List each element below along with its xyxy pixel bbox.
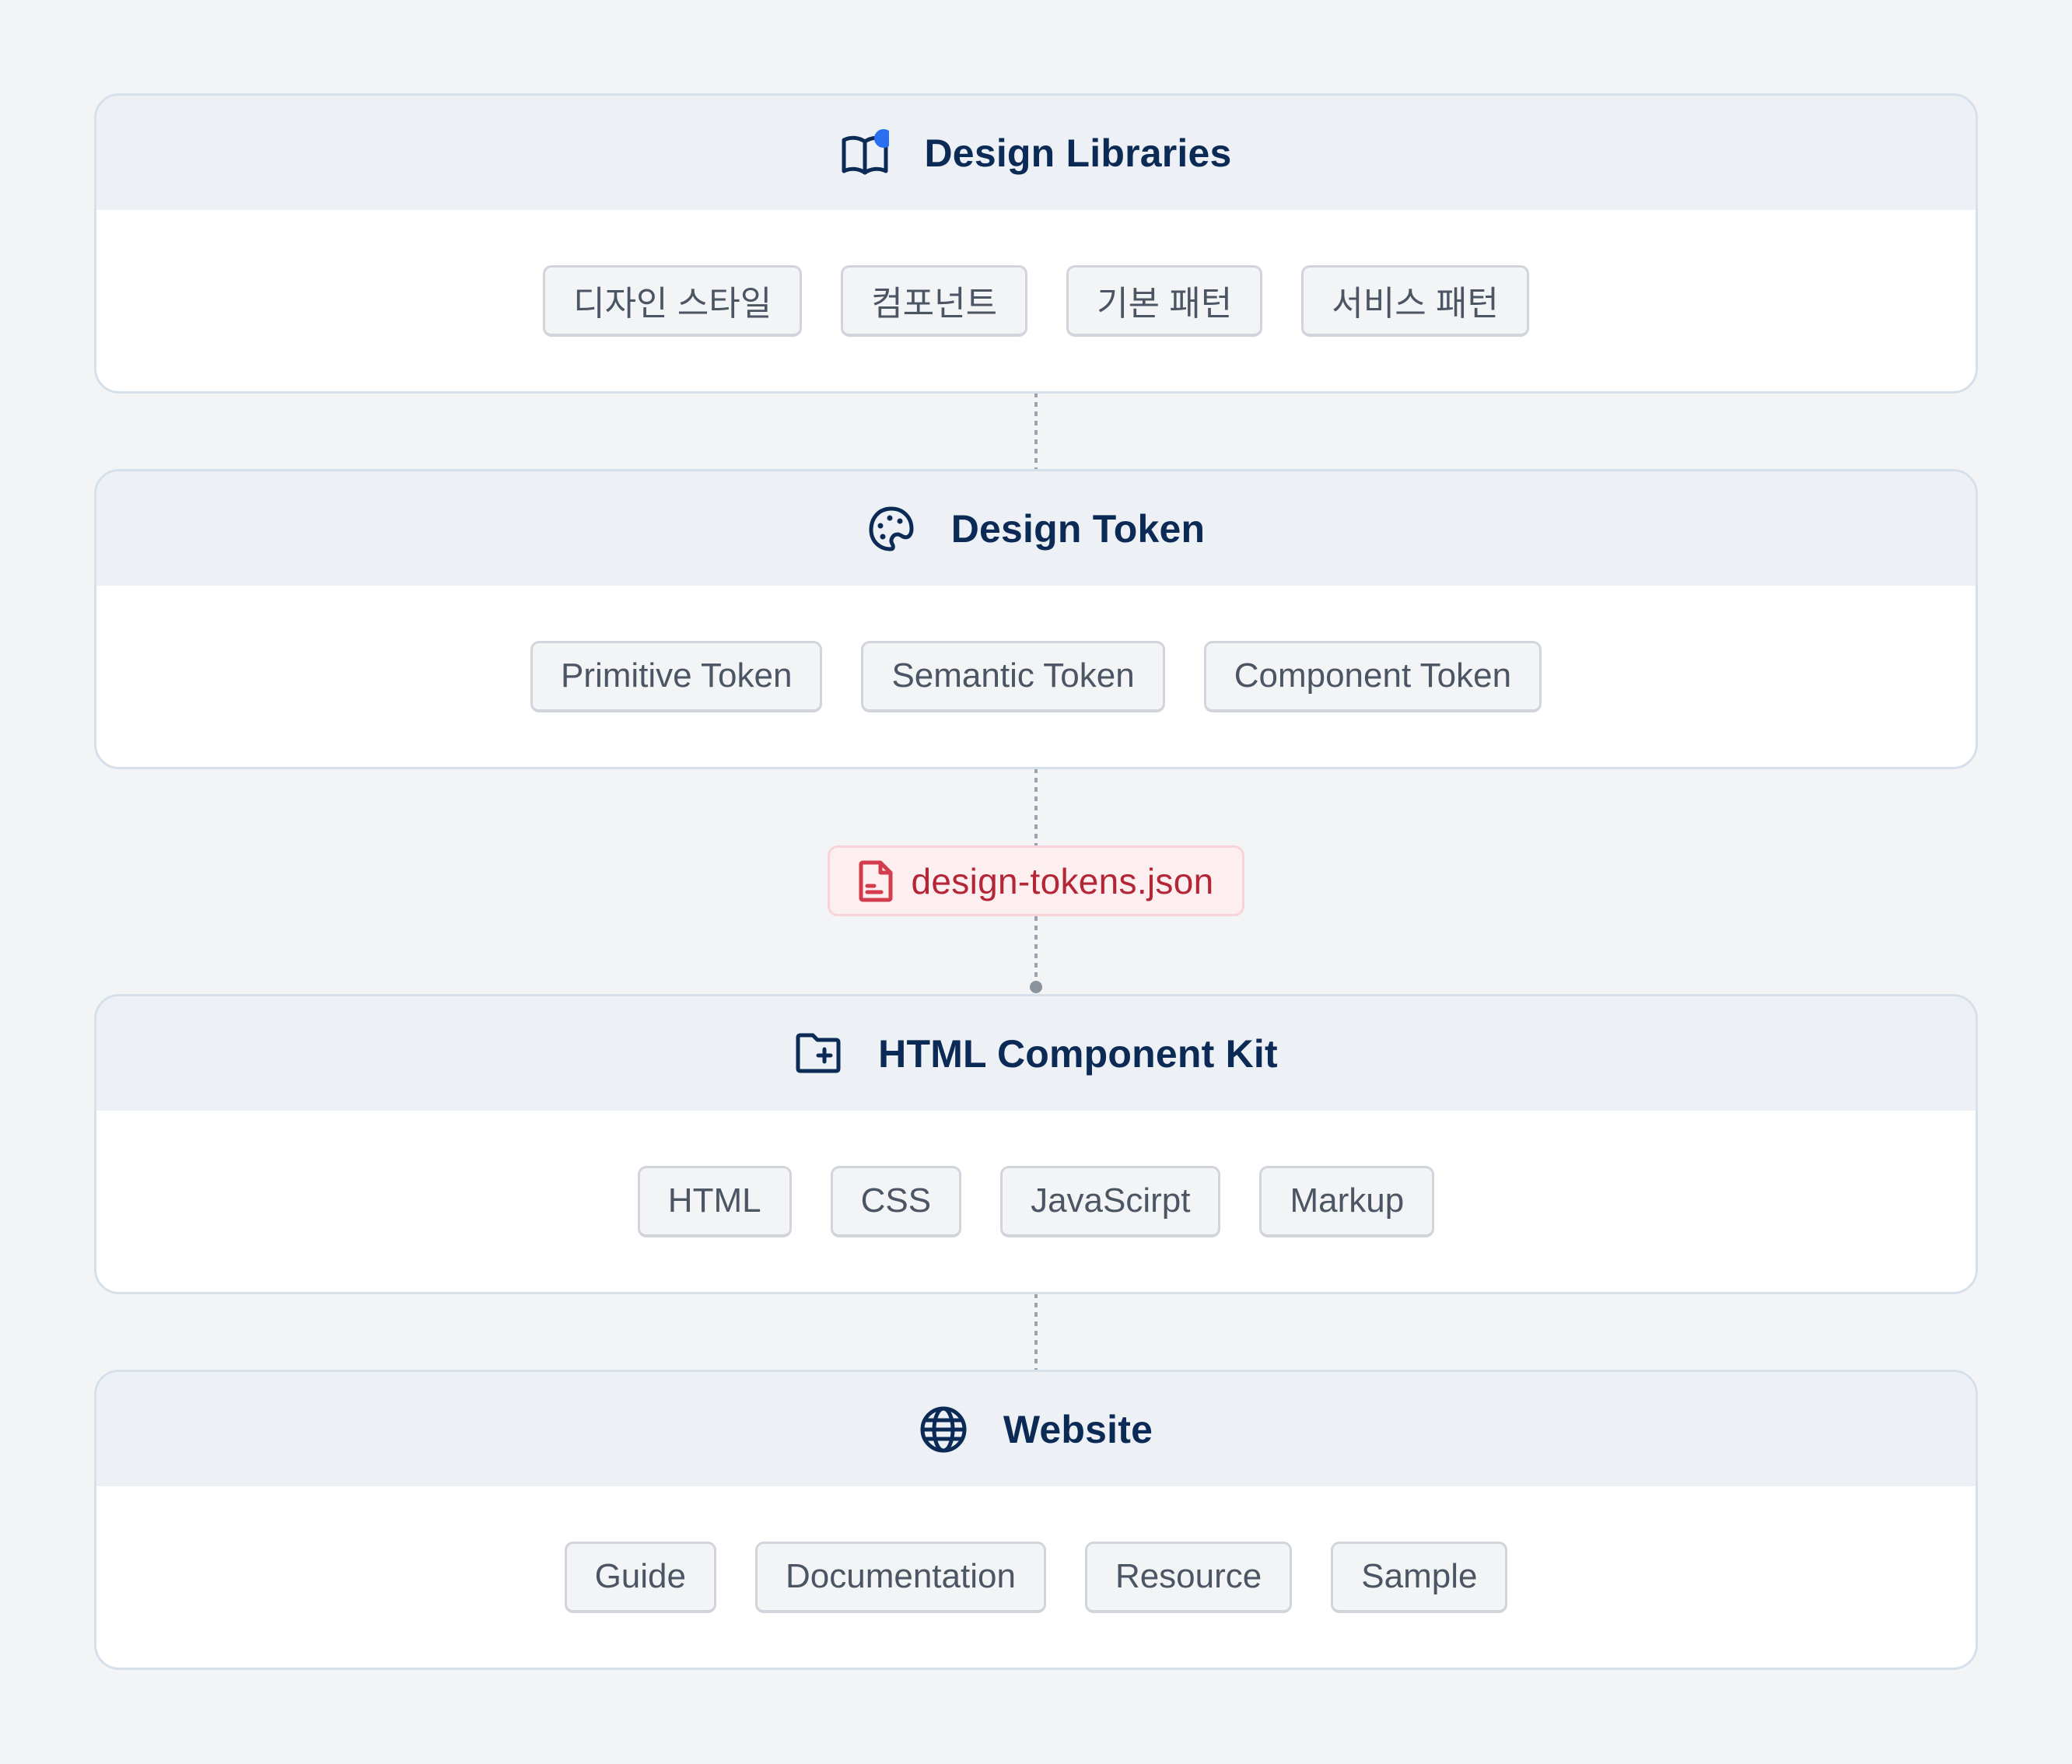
section-html-component-kit: HTML Component Kit HTML CSS JavaScirpt M… xyxy=(94,994,1978,1294)
section-title: HTML Component Kit xyxy=(878,1031,1278,1076)
tag-semantic-token[interactable]: Semantic Token xyxy=(861,640,1165,712)
design-tokens-file-badge[interactable]: design-tokens.json xyxy=(828,845,1244,916)
folder-plus-icon xyxy=(794,1030,842,1078)
tag-service-patterns[interactable]: 서비스 패턴 xyxy=(1301,264,1529,337)
connector-file-to-kit xyxy=(1034,916,1038,983)
palette-icon xyxy=(867,505,915,553)
section-website: Website Guide Documentation Resource Sam… xyxy=(94,1370,1978,1670)
tag-html[interactable]: HTML xyxy=(637,1165,792,1237)
section-design-libraries: Design Libraries 디자인 스타일 컴포넌트 기본 패턴 서비스 … xyxy=(94,93,1978,394)
tag-component-token[interactable]: Component Token xyxy=(1203,640,1542,712)
section-header: HTML Component Kit xyxy=(96,996,1976,1111)
tag-documentation[interactable]: Documentation xyxy=(754,1541,1046,1613)
tag-basic-patterns[interactable]: 기본 패턴 xyxy=(1066,264,1263,337)
section-design-token: Design Token Primitive Token Semantic To… xyxy=(94,469,1978,769)
notification-dot xyxy=(873,128,889,148)
section-header: Website xyxy=(96,1372,1976,1486)
file-text-icon xyxy=(859,860,894,902)
tag-list: HTML CSS JavaScirpt Markup xyxy=(96,1111,1976,1292)
section-title: Design Token xyxy=(950,506,1206,551)
connector-endpoint-dot xyxy=(1030,981,1042,993)
connector-libraries-to-token xyxy=(1034,393,1038,470)
section-header: Design Libraries xyxy=(96,96,1976,210)
connector-token-to-file xyxy=(1034,768,1038,845)
tag-primitive-token[interactable]: Primitive Token xyxy=(530,640,823,712)
tag-list: Primitive Token Semantic Token Component… xyxy=(96,586,1976,767)
tag-components[interactable]: 컴포넌트 xyxy=(841,264,1028,337)
tag-guide[interactable]: Guide xyxy=(564,1541,716,1613)
tag-resource[interactable]: Resource xyxy=(1084,1541,1293,1613)
section-title: Design Libraries xyxy=(924,131,1232,175)
tag-css[interactable]: CSS xyxy=(830,1165,962,1237)
tag-markup[interactable]: Markup xyxy=(1259,1165,1435,1237)
tag-list: Guide Documentation Resource Sample xyxy=(96,1486,1976,1668)
tag-list: 디자인 스타일 컴포넌트 기본 패턴 서비스 패턴 xyxy=(96,210,1976,391)
section-title: Website xyxy=(1003,1407,1153,1451)
book-open-icon xyxy=(841,128,889,177)
connector-kit-to-website xyxy=(1034,1293,1038,1370)
file-name: design-tokens.json xyxy=(911,860,1214,901)
section-header: Design Token xyxy=(96,471,1976,586)
tag-design-style[interactable]: 디자인 스타일 xyxy=(543,264,803,337)
tag-sample[interactable]: Sample xyxy=(1331,1541,1508,1613)
tag-javascript[interactable]: JavaScirpt xyxy=(1000,1165,1221,1237)
globe-icon xyxy=(919,1405,968,1454)
